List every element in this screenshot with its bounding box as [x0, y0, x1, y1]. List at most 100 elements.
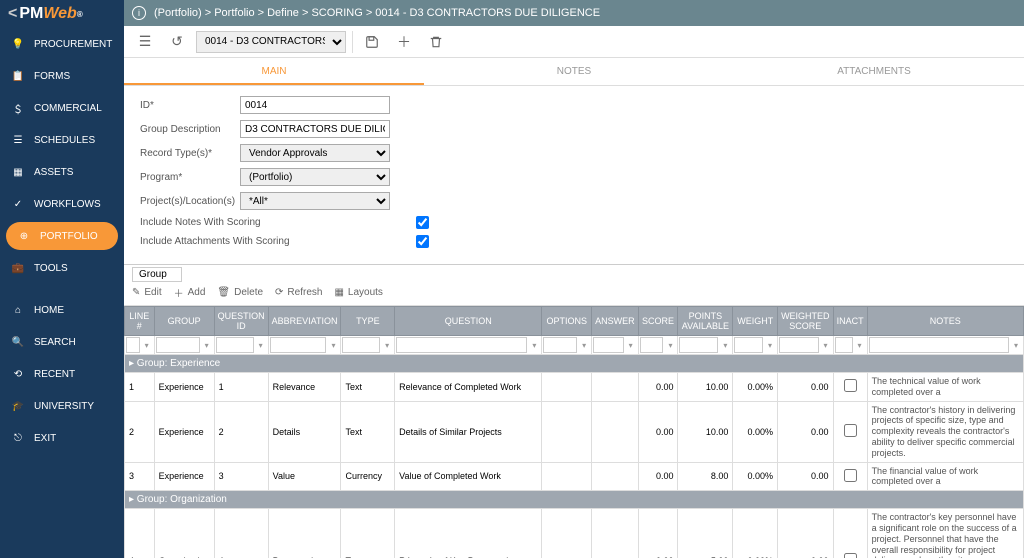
program-field[interactable]: (Portfolio) [240, 168, 390, 186]
col-header[interactable]: POINTS AVAILABLE [678, 307, 733, 336]
sidebar-item-recent[interactable]: ⟲RECENT [0, 358, 124, 390]
search-icon: 🔍 [10, 334, 26, 350]
globe-icon: ⊕ [16, 228, 32, 244]
add-icon[interactable]: ＋ [391, 29, 417, 55]
col-header[interactable]: SCORE [638, 307, 678, 336]
sidebar-item-search[interactable]: 🔍SEARCH [0, 326, 124, 358]
filter-icon[interactable]: ▾ [255, 339, 267, 351]
include-attach-check[interactable] [416, 235, 429, 248]
filter-input[interactable] [126, 337, 140, 353]
table-row[interactable]: 3Experience3ValueCurrencyValue of Comple… [125, 462, 1024, 491]
col-header[interactable]: ABBREVIATION [268, 307, 341, 336]
filter-input[interactable] [593, 337, 624, 353]
layouts-button[interactable]: ▦ Layouts [334, 287, 382, 298]
col-header[interactable]: WEIGHT [733, 307, 778, 336]
col-header[interactable]: QUESTION [395, 307, 542, 336]
filter-icon[interactable]: ▾ [820, 339, 832, 351]
filter-input[interactable] [270, 337, 327, 353]
include-notes-check[interactable] [416, 216, 429, 229]
form-area: ID* Group Description Record Type(s)* Ve… [124, 86, 1024, 264]
filter-icon[interactable]: ▾ [528, 339, 540, 351]
filter-input[interactable] [396, 337, 527, 353]
filter-input[interactable] [640, 337, 664, 353]
filter-input[interactable] [156, 337, 200, 353]
group-dropzone[interactable]: Group [132, 267, 182, 282]
sidebar-item-tools[interactable]: 💼TOOLS [0, 252, 124, 284]
filter-icon[interactable]: ▾ [201, 339, 213, 351]
tab-main[interactable]: MAIN [124, 58, 424, 85]
history-icon[interactable]: ↺ [164, 29, 190, 55]
filter-input[interactable] [543, 337, 577, 353]
edit-button[interactable]: ✎ Edit [132, 287, 162, 298]
sidebar-item-exit[interactable]: ⎋EXIT [0, 422, 124, 454]
filter-input[interactable] [679, 337, 718, 353]
filter-input[interactable] [342, 337, 380, 353]
save-icon[interactable] [359, 29, 385, 55]
filter-input[interactable] [734, 337, 763, 353]
col-header[interactable]: QUESTION ID [214, 307, 268, 336]
sidebar-item-workflows[interactable]: ✓WORKFLOWS [0, 188, 124, 220]
type-field[interactable]: Vendor Approvals [240, 144, 390, 162]
col-header[interactable]: WEIGHTED SCORE [778, 307, 834, 336]
grid-icon: ▦ [10, 164, 26, 180]
inact-check[interactable] [844, 379, 857, 392]
info-icon[interactable]: i [132, 6, 146, 20]
filter-icon[interactable]: ▾ [854, 339, 866, 351]
filter-input[interactable] [216, 337, 254, 353]
col-header[interactable]: ANSWER [592, 307, 639, 336]
inact-check[interactable] [844, 553, 857, 558]
table-row[interactable]: 4Organization4PersonnelTextRésumés of Ke… [125, 509, 1024, 558]
sidebar-item-university[interactable]: 🎓UNIVERSITY [0, 390, 124, 422]
filter-icon[interactable]: ▾ [381, 339, 393, 351]
filter-icon[interactable]: ▾ [327, 339, 339, 351]
filter-icon[interactable]: ▾ [764, 339, 776, 351]
briefcase-icon: 💼 [10, 260, 26, 276]
sidebar-item-home[interactable]: ⌂HOME [0, 294, 124, 326]
sidebar-item-forms[interactable]: 📋FORMS [0, 60, 124, 92]
filter-icon[interactable]: ▾ [664, 339, 676, 351]
bars-icon: ☰ [10, 132, 26, 148]
sidebar-item-portfolio[interactable]: ⊕PORTFOLIO [6, 222, 118, 250]
desc-field[interactable] [240, 120, 390, 138]
filter-icon[interactable]: ▾ [1010, 339, 1022, 351]
filter-input[interactable] [869, 337, 1009, 353]
tab-notes[interactable]: NOTES [424, 58, 724, 85]
sidebar-item-commercial[interactable]: ＄COMMERCIAL [0, 92, 124, 124]
filter-icon[interactable]: ▾ [578, 339, 590, 351]
delete-icon[interactable] [423, 29, 449, 55]
col-header[interactable]: OPTIONS [542, 307, 592, 336]
inact-check[interactable] [844, 469, 857, 482]
filter-input[interactable] [779, 337, 819, 353]
history-icon: ⟲ [10, 366, 26, 382]
sidebar-item-schedules[interactable]: ☰SCHEDULES [0, 124, 124, 156]
include-attach-label: Include Attachments With Scoring [140, 236, 416, 247]
tab-attachments[interactable]: ATTACHMENTS [724, 58, 1024, 85]
list-icon[interactable]: ☰ [132, 29, 158, 55]
record-selector[interactable]: 0014 - D3 CONTRACTORS DUE DILIG [196, 31, 346, 53]
table-row[interactable]: 2Experience2DetailsTextDetails of Simila… [125, 401, 1024, 462]
grad-icon: 🎓 [10, 398, 26, 414]
project-field[interactable]: *All* [240, 192, 390, 210]
group-header[interactable]: ▸ Group: Experience [125, 355, 1024, 373]
sidebar-item-label: WORKFLOWS [34, 199, 101, 210]
col-header[interactable]: NOTES [867, 307, 1023, 336]
table-row[interactable]: 1Experience1RelevanceTextRelevance of Co… [125, 373, 1024, 402]
main: i (Portfolio) > Portfolio > Define > SCO… [124, 0, 1024, 558]
add-button[interactable]: ＋ Add [174, 285, 206, 300]
group-header[interactable]: ▸ Group: Organization [125, 491, 1024, 509]
sidebar-item-assets[interactable]: ▦ASSETS [0, 156, 124, 188]
sidebar-item-procurement[interactable]: 💡PROCUREMENT [0, 28, 124, 60]
filter-icon[interactable]: ▾ [625, 339, 637, 351]
col-header[interactable]: LINE # [125, 307, 155, 336]
include-notes-label: Include Notes With Scoring [140, 217, 416, 228]
col-header[interactable]: TYPE [341, 307, 395, 336]
id-field[interactable] [240, 96, 390, 114]
filter-icon[interactable]: ▾ [141, 339, 153, 351]
col-header[interactable]: GROUP [154, 307, 214, 336]
delete-button[interactable]: 🗑 Delete [217, 287, 263, 298]
filter-icon[interactable]: ▾ [719, 339, 731, 351]
inact-check[interactable] [844, 424, 857, 437]
filter-input[interactable] [835, 337, 853, 353]
col-header[interactable]: INACT [833, 307, 867, 336]
refresh-button[interactable]: ⟳ Refresh [275, 287, 322, 298]
